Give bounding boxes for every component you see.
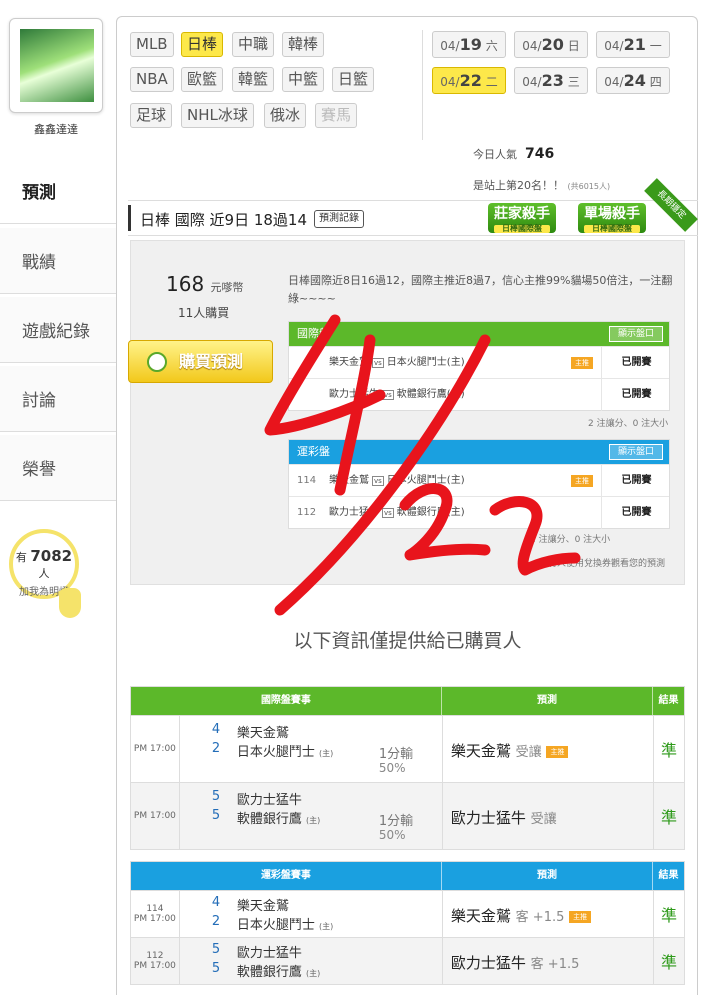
category-mlb[interactable]: MLB [130, 32, 174, 57]
buyers-count: 11人購買 [178, 306, 230, 320]
date-0419[interactable]: 04/19 六 [432, 31, 506, 58]
show-odds-button[interactable]: 顯示盤口 [608, 326, 663, 342]
table-row: 歐力士猛牛 vs 軟體銀行鷹(主) 已開賽 [289, 378, 669, 411]
result-hit: 準 [653, 783, 684, 849]
prediction-description: 日棒國際近8日16過12，國際主推近8過7，信心主推99%貓場50倍注，一注翻綠… [288, 274, 673, 305]
sidebar: 鑫鑫達達 預測 戰績 遊戲紀錄 討論 榮譽 有 7082 人 加我為明燈 [0, 0, 116, 995]
date-0422[interactable]: 04/22 二 [432, 67, 506, 94]
date-0421[interactable]: 04/21 一 [596, 31, 670, 58]
avatar[interactable] [20, 29, 94, 102]
category-kbo[interactable]: 韓棒 [282, 32, 325, 57]
result-hit: 準 [653, 938, 684, 984]
date-0423[interactable]: 04/23 三 [514, 67, 588, 94]
category-korea-basketball[interactable]: 韓籃 [232, 67, 275, 92]
lottery-preview-table: 運彩盤 顯示盤口 114 樂天金鷲 vs 日本火腿鬥士(主) 主推 已開賽 112 歐力士猛牛… [288, 439, 670, 529]
category-nba[interactable]: NBA [130, 67, 174, 92]
username[interactable]: 鑫鑫達達 [0, 121, 112, 137]
category-russia-hockey[interactable]: 俄冰 [264, 103, 307, 128]
sidebar-item-discussion[interactable]: 討論 [0, 366, 116, 432]
table-row: 112 PM 17:00 5 歐力士猛牛 5 軟體銀行鷹 (主) 歐力士猛牛 客 … [131, 937, 684, 984]
sidebar-item-game-history[interactable]: 遊戲紀錄 [0, 297, 116, 363]
badge-bookie-killer: 莊家殺手 日棒國際盤 [488, 203, 556, 233]
category-china-basketball[interactable]: 中籃 [282, 67, 325, 92]
prediction-title: 日棒 國際 近9日 18過14 [140, 211, 308, 229]
intl-preview-table: 國際盤 顯示盤口 樂天金鷲 vs 日本火腿鬥士(主) 主推 已開賽 歐力士猛牛 vs 軟體銀行… [288, 321, 670, 411]
voucher-note: 有人使用兌換券觀看您的預測 [548, 559, 666, 569]
result-hit: 準 [653, 891, 684, 937]
table-row: 114 樂天金鷲 vs 日本火腿鬥士(主) 主推 已開賽 [289, 464, 669, 497]
lottery-summary: 2 注讓分、0 注大小 [530, 535, 611, 545]
lottery-result-table: 運彩盤賽事 預測 結果 114 PM 17:00 4 樂天金鷲 2 日本火腿鬥士 … [130, 861, 685, 985]
buy-prediction-button[interactable]: 購買預測 [128, 340, 273, 383]
table-row: 114 PM 17:00 4 樂天金鷲 2 日本火腿鬥士 (主) 樂天金鷲 客 +… [131, 890, 684, 937]
purchase-notice: 以下資訊僅提供給已購買人 [293, 630, 522, 652]
record-button[interactable]: 預測記錄 [314, 210, 364, 228]
col-header-prediction: 預測 [442, 862, 654, 890]
col-header-event: 運彩盤賽事 [131, 862, 442, 890]
category-horse-racing[interactable]: 賽馬 [315, 103, 358, 128]
intl-result-table: 國際盤賽事 預測 結果 PM 17:00 4 樂天金鷲 2 日本火腿鬥士 (主)… [130, 686, 685, 850]
table-row: PM 17:00 4 樂天金鷲 2 日本火腿鬥士 (主) 1分輸 50% 樂天金… [131, 715, 684, 782]
popularity: 今日人氣 746 [473, 146, 555, 162]
col-header-prediction: 預測 [442, 687, 654, 715]
sidebar-item-record[interactable]: 戰績 [0, 228, 116, 294]
show-odds-button[interactable]: 顯示盤口 [608, 444, 663, 460]
badge-single-killer: 單場殺手 日棒國際盤 [578, 203, 646, 233]
intl-summary: 2 注讓分、0 注大小 [588, 419, 669, 429]
divider [422, 30, 423, 140]
rank-text: 是站上第20名！！ (共6015人) [473, 179, 611, 192]
col-header-result: 結果 [658, 695, 679, 706]
result-hit: 準 [653, 716, 684, 782]
sidebar-item-honors[interactable]: 榮譽 [0, 435, 116, 501]
lightbulb-icon [59, 588, 81, 618]
coin-icon [147, 352, 167, 372]
sidebar-item-predictions[interactable]: 預測 [0, 158, 116, 224]
category-cpbl[interactable]: 中職 [232, 32, 275, 57]
category-euro-basketball[interactable]: 歐籃 [181, 67, 224, 92]
date-0424[interactable]: 04/24 四 [596, 67, 670, 94]
fans-prefix: 有 [15, 551, 27, 564]
category-npb[interactable]: 日棒 [181, 32, 224, 57]
avatar-frame[interactable] [9, 18, 103, 113]
category-nhl[interactable]: NHL冰球 [181, 103, 254, 128]
table-row: PM 17:00 5 歐力士猛牛 5 軟體銀行鷹 (主) 1分輸 50% 歐力士… [131, 782, 684, 849]
fans-count: 7082 [30, 547, 73, 565]
price: 168 元嗲幣 [166, 272, 244, 296]
table-row: 樂天金鷲 vs 日本火腿鬥士(主) 主推 已開賽 [289, 346, 669, 379]
table-row: 112 歐力士猛牛 vs 軟體銀行鷹(主) 已開賽 [289, 496, 669, 529]
col-header-result: 結果 [658, 870, 679, 881]
category-soccer[interactable]: 足球 [130, 103, 173, 128]
col-header-event: 國際盤賽事 [131, 687, 442, 715]
category-japan-basketball[interactable]: 日籃 [332, 67, 375, 92]
fans-suffix: 人 [38, 567, 50, 580]
date-0420[interactable]: 04/20 日 [514, 31, 588, 58]
